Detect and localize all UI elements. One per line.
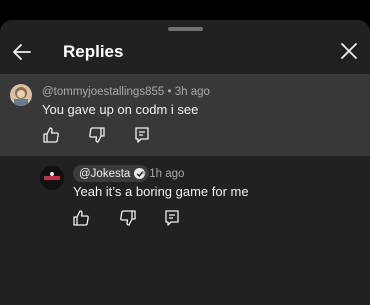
arrow-left-icon[interactable]: [10, 40, 34, 64]
comment-icon[interactable]: [163, 209, 181, 227]
thumbs-down-icon[interactable]: [119, 209, 137, 227]
author-chip[interactable]: @Jokesta: [73, 165, 150, 182]
meta-separator: •: [142, 168, 147, 180]
reply-text: Yeah it’s a boring game for me: [73, 184, 249, 199]
comment-time: 3h ago: [174, 86, 210, 98]
avatar[interactable]: [40, 166, 64, 190]
reply-author: @Jokesta: [79, 167, 131, 180]
drag-handle[interactable]: [168, 27, 203, 31]
comment-text: You gave up on codm i see: [42, 102, 199, 117]
replies-panel: Replies @tommyjoestallings855 • 3h ago Y…: [0, 20, 370, 305]
avatar[interactable]: [10, 84, 32, 106]
comment-icon[interactable]: [133, 126, 151, 144]
reply-meta: • 1h ago: [142, 168, 184, 180]
comment-author[interactable]: @tommyjoestallings855: [42, 86, 164, 98]
parent-comment: @tommyjoestallings855 • 3h ago You gave …: [0, 74, 370, 156]
thumbs-up-icon[interactable]: [72, 209, 90, 227]
page-title: Replies: [63, 42, 124, 61]
reply-time: 1h ago: [149, 168, 185, 180]
thumbs-up-icon[interactable]: [42, 126, 60, 144]
comment-meta: @tommyjoestallings855 • 3h ago: [42, 86, 210, 98]
meta-separator: •: [167, 86, 172, 98]
thumbs-down-icon[interactable]: [88, 126, 106, 144]
replies-header: Replies: [0, 38, 370, 68]
close-icon[interactable]: [338, 40, 360, 62]
